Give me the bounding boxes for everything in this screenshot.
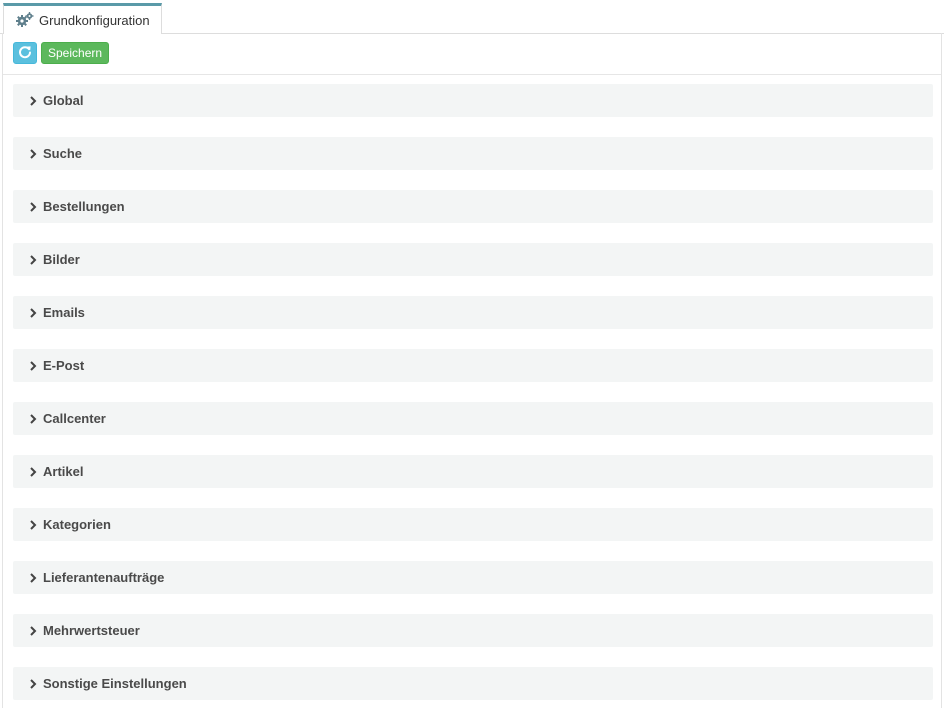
section-label: Bestellungen xyxy=(43,199,125,214)
section-label: Callcenter xyxy=(43,411,106,426)
section-header[interactable]: Suche xyxy=(13,137,933,170)
section-header[interactable]: Callcenter xyxy=(13,402,933,435)
chevron-right-icon xyxy=(28,466,38,478)
tab-grundkonfiguration[interactable]: Grundkonfiguration xyxy=(3,3,162,34)
chevron-right-icon xyxy=(28,307,38,319)
chevron-right-icon xyxy=(28,201,38,213)
section-label: Kategorien xyxy=(43,517,111,532)
refresh-icon xyxy=(18,45,32,62)
chevron-right-icon xyxy=(28,148,38,160)
save-button[interactable]: Speichern xyxy=(41,42,110,64)
section-header[interactable]: Emails xyxy=(13,296,933,329)
section-header[interactable]: Global xyxy=(13,84,933,117)
section-label: Suche xyxy=(43,146,83,161)
section-label: Lieferantenaufträge xyxy=(43,570,165,585)
section-header[interactable]: Kategorien xyxy=(13,508,933,541)
gears-icon xyxy=(15,11,35,29)
section-label: Bilder xyxy=(43,252,80,267)
chevron-right-icon xyxy=(28,413,38,425)
chevron-right-icon xyxy=(28,519,38,531)
tab-title: Grundkonfiguration xyxy=(39,12,150,28)
section-header[interactable]: Bilder xyxy=(13,243,933,276)
chevron-right-icon xyxy=(28,678,38,690)
section-label: Global xyxy=(43,93,84,108)
section-label: Sonstige Einstellungen xyxy=(43,676,187,691)
refresh-button[interactable] xyxy=(13,42,37,64)
section-header[interactable]: Artikel xyxy=(13,455,933,488)
section-header[interactable]: Sonstige Einstellungen xyxy=(13,667,933,700)
settings-sections: Global Suche Bestellungen Bilder Emails E-Pos… xyxy=(13,84,933,720)
section-header[interactable]: Mehrwertsteuer xyxy=(13,614,933,647)
section-label: Mehrwertsteuer xyxy=(43,623,140,638)
section-header[interactable]: Bestellungen xyxy=(13,190,933,223)
app-frame: Grundkonfiguration Speichern Global Suche… xyxy=(0,0,944,708)
chevron-right-icon xyxy=(28,360,38,372)
chevron-right-icon xyxy=(28,625,38,637)
toolbar: Speichern xyxy=(3,33,941,75)
config-panel: Speichern Global Suche Bestellungen Bilder E… xyxy=(2,33,942,708)
section-label: Artikel xyxy=(43,464,84,479)
section-header[interactable]: E-Post xyxy=(13,349,933,382)
chevron-right-icon xyxy=(28,254,38,266)
tab-bar: Grundkonfiguration xyxy=(0,0,944,34)
section-label: E-Post xyxy=(43,358,85,373)
chevron-right-icon xyxy=(28,572,38,584)
section-header[interactable]: Lieferantenaufträge xyxy=(13,561,933,594)
section-label: Emails xyxy=(43,305,85,320)
chevron-right-icon xyxy=(28,95,38,107)
